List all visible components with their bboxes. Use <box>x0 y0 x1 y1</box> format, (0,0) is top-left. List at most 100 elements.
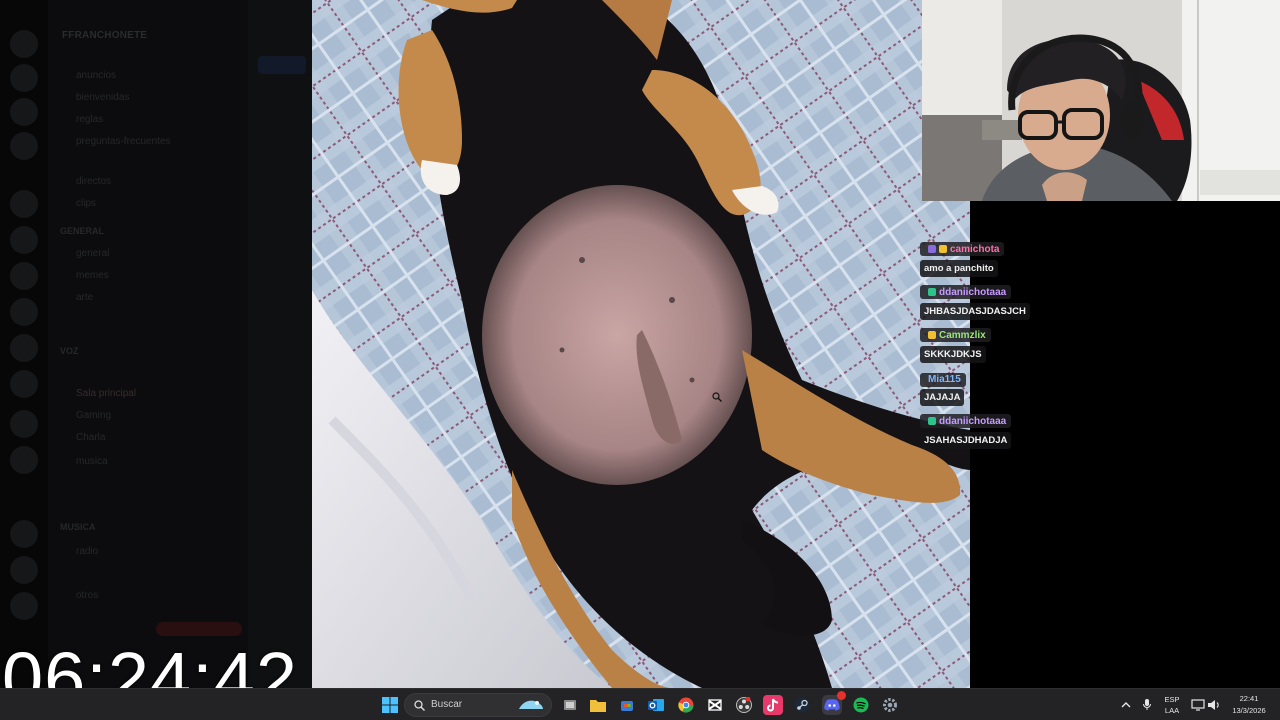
channel-item[interactable]: radio <box>76 546 98 557</box>
server-icon[interactable] <box>10 190 38 218</box>
chat-text: JHBASJDASJDASJCH <box>920 303 1030 320</box>
crown-badge-icon <box>939 245 947 253</box>
chat-message-header: Cammzlix <box>920 328 991 342</box>
server-icon[interactable] <box>10 132 38 160</box>
volume-icon[interactable] <box>1204 695 1224 715</box>
channel-item[interactable]: arte <box>76 292 93 303</box>
stream-screen: FFRANCHONETE anuncios bienvenidas reglas… <box>0 0 1280 720</box>
chat-message: Cammzlix SKKKJDKJS <box>920 326 1120 363</box>
server-list <box>0 0 48 688</box>
chat-text: JSAHASJDHADJA <box>920 432 1012 449</box>
zoom-cursor-icon <box>712 392 722 402</box>
server-name[interactable]: FFRANCHONETE <box>62 30 147 41</box>
start-icon[interactable] <box>380 695 400 715</box>
clock[interactable]: 22:41 13/3/2026 <box>1226 694 1272 715</box>
server-icon[interactable] <box>10 334 38 362</box>
channel-item-active[interactable]: Sala principal <box>76 388 136 399</box>
steam-icon[interactable] <box>792 695 812 715</box>
chat-username[interactable]: Cammzlix <box>939 330 986 341</box>
task-view-icon[interactable] <box>560 695 580 715</box>
notification-dot-icon <box>837 691 846 700</box>
server-icon[interactable] <box>10 520 38 548</box>
badge-icon <box>928 417 936 425</box>
webcam-feed <box>922 0 1280 201</box>
channel-item[interactable]: Charla <box>76 432 105 443</box>
channel-item[interactable]: musica <box>76 456 108 467</box>
server-icon[interactable] <box>10 410 38 438</box>
chevron-up-icon[interactable] <box>1116 695 1136 715</box>
chat-message: ddaniichotaaa JHBASJDASJDASJCH <box>920 283 1120 320</box>
channel-item[interactable]: otros <box>76 590 98 601</box>
server-icon[interactable] <box>10 98 38 126</box>
channel-list: FFRANCHONETE anuncios bienvenidas reglas… <box>48 0 248 688</box>
channel-item[interactable]: general <box>76 248 109 259</box>
chrome-icon[interactable] <box>676 695 696 715</box>
search-highlight-icon <box>519 700 543 709</box>
discord-main-area <box>248 0 312 688</box>
store-icon[interactable] <box>617 695 637 715</box>
server-icon[interactable] <box>10 64 38 92</box>
streamer-webcam-image <box>922 0 1280 201</box>
outlook-icon[interactable] <box>646 695 666 715</box>
chat-message: ddaniichotaaa JSAHASJDHADJA <box>920 412 1120 449</box>
server-icon[interactable] <box>10 446 38 474</box>
dog-video <box>312 0 970 688</box>
windows-taskbar: Buscar ESP LAA 22:41 13/3/2026 <box>0 688 1280 720</box>
spotify-icon[interactable] <box>851 695 871 715</box>
channel-item[interactable]: memes <box>76 270 109 281</box>
discord-pill <box>258 56 306 74</box>
taskbar-search[interactable]: Buscar <box>404 693 552 717</box>
server-icon[interactable] <box>10 298 38 326</box>
server-icon[interactable] <box>10 262 38 290</box>
tiktok-icon[interactable] <box>763 695 783 715</box>
obs-icon[interactable] <box>734 695 754 715</box>
chat-username[interactable]: ddaniichotaaa <box>939 416 1006 427</box>
file-explorer-icon[interactable] <box>588 695 608 715</box>
search-label: Buscar <box>431 699 463 710</box>
chat-message-header: ddaniichotaaa <box>920 285 1012 299</box>
chat-message: camichota amo a panchito <box>920 240 1120 277</box>
language-bottom: LAA <box>1164 706 1180 715</box>
chat-message: Mia115 JAJAJA <box>920 369 1120 406</box>
channel-category[interactable]: GENERAL <box>60 226 104 236</box>
server-icon[interactable] <box>10 556 38 584</box>
server-icon[interactable] <box>10 30 38 58</box>
settings-icon[interactable] <box>880 695 900 715</box>
crown-badge-icon <box>928 331 936 339</box>
badge-icon <box>928 288 936 296</box>
channel-item[interactable]: clips <box>76 198 96 209</box>
search-icon <box>414 700 425 711</box>
channel-item[interactable]: bienvenidas <box>76 92 129 103</box>
language-top: ESP <box>1164 695 1180 704</box>
capcut-icon[interactable] <box>705 695 725 715</box>
chat-username[interactable]: Mia115 <box>928 374 961 385</box>
channel-item[interactable]: anuncios <box>76 70 116 81</box>
clock-date: 13/3/2026 <box>1232 706 1266 715</box>
channel-category[interactable]: VOZ <box>60 346 79 356</box>
chat-username[interactable]: camichota <box>950 244 999 255</box>
discord-icon[interactable] <box>822 691 846 715</box>
microphone-icon[interactable] <box>1137 695 1157 715</box>
channel-item[interactable]: Gaming <box>76 410 111 421</box>
status-badge <box>156 622 242 636</box>
server-icon[interactable] <box>10 592 38 620</box>
chat-text: SKKKJDKJS <box>920 346 986 363</box>
subscriber-badge-icon <box>928 245 936 253</box>
chat-username[interactable]: ddaniichotaaa <box>939 287 1006 298</box>
dog-photo-image <box>312 0 970 688</box>
chat-message-header: ddaniichotaaa <box>920 414 1012 428</box>
language-indicator[interactable]: ESP LAA <box>1160 695 1184 715</box>
discord-window: FFRANCHONETE anuncios bienvenidas reglas… <box>0 0 312 688</box>
server-icon[interactable] <box>10 226 38 254</box>
channel-item[interactable]: preguntas-frecuentes <box>76 136 171 147</box>
channel-category[interactable]: MUSICA <box>60 522 96 532</box>
server-icon[interactable] <box>10 370 38 398</box>
chat-text: amo a panchito <box>920 260 998 277</box>
chat-text: JAJAJA <box>920 389 965 406</box>
chat-message-header: camichota <box>920 242 1005 256</box>
chat-message-header: Mia115 <box>920 372 966 387</box>
clock-time: 22:41 <box>1239 694 1259 703</box>
channel-item[interactable]: reglas <box>76 114 103 125</box>
stream-chat: camichota amo a panchito ddaniichotaaa J… <box>920 240 1120 455</box>
channel-item[interactable]: directos <box>76 176 111 187</box>
